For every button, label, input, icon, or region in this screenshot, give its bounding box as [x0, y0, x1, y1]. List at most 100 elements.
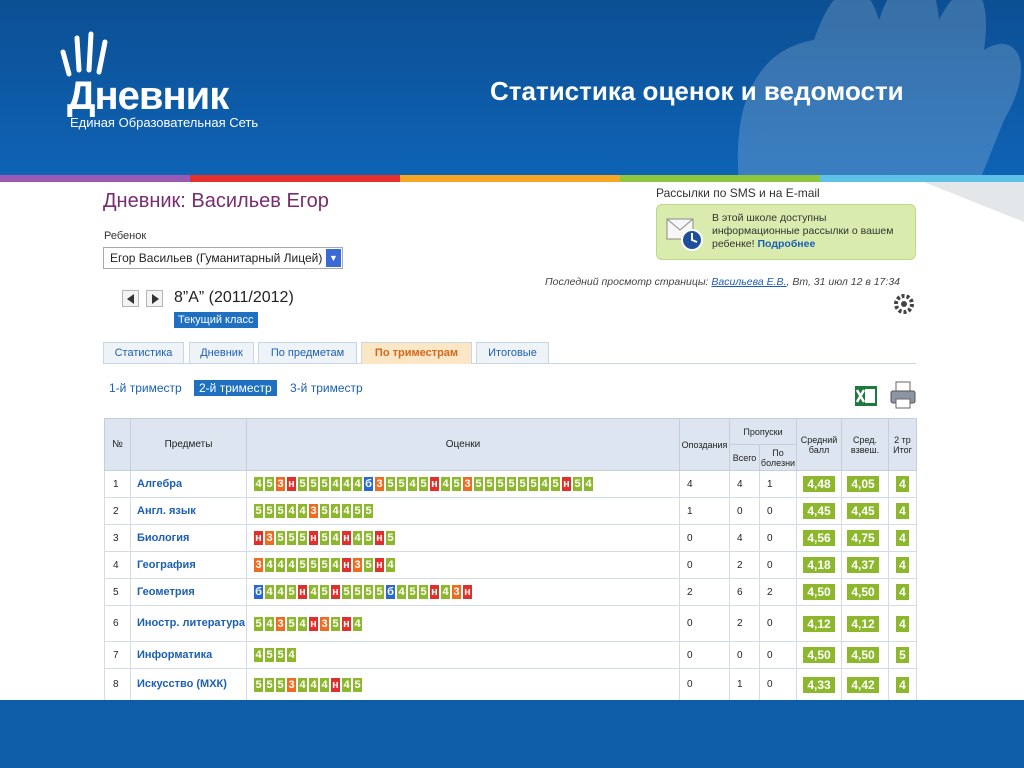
mark-badge[interactable]: 4 [254, 648, 263, 662]
mark-badge[interactable]: н [309, 531, 318, 545]
mark-badge[interactable]: 5 [474, 477, 483, 491]
mark-badge[interactable]: 3 [309, 504, 318, 518]
mark-badge[interactable]: 5 [320, 477, 329, 491]
mark-badge[interactable]: н [375, 531, 384, 545]
mark-badge[interactable]: 5 [507, 477, 516, 491]
mark-badge[interactable]: н [342, 616, 351, 631]
mark-badge[interactable]: 5 [265, 477, 274, 491]
mark-badge[interactable]: 5 [320, 504, 329, 518]
mark-badge[interactable]: 5 [364, 531, 373, 545]
tab-by-subjects[interactable]: По предметам [258, 342, 357, 363]
mark-badge[interactable]: 3 [452, 585, 461, 599]
mark-badge[interactable]: 5 [254, 504, 263, 518]
mark-badge[interactable]: 5 [397, 477, 406, 491]
mark-badge[interactable]: 5 [265, 677, 274, 692]
mark-badge[interactable]: 3 [375, 477, 384, 491]
subject-link[interactable]: Информатика [130, 641, 247, 669]
mark-badge[interactable]: 4 [342, 504, 351, 518]
mark-badge[interactable]: 5 [320, 585, 329, 599]
mark-badge[interactable]: 4 [386, 558, 395, 572]
mark-badge[interactable]: 4 [331, 558, 340, 572]
mark-badge[interactable]: 5 [287, 616, 296, 631]
mark-badge[interactable]: 5 [309, 558, 318, 572]
mark-badge[interactable]: 5 [364, 585, 373, 599]
mark-badge[interactable]: 5 [342, 585, 351, 599]
mark-badge[interactable]: н [375, 558, 384, 572]
mark-badge[interactable]: 4 [287, 648, 296, 662]
mark-badge[interactable]: 4 [408, 477, 417, 491]
mark-badge[interactable]: 5 [353, 504, 362, 518]
mark-badge[interactable]: 4 [441, 585, 450, 599]
last-view-user-link[interactable]: Васильева Е.В. [711, 276, 786, 288]
trimester-2-link[interactable]: 2-й триместр [194, 380, 277, 396]
mark-badge[interactable]: 4 [265, 585, 274, 599]
mark-badge[interactable]: 3 [276, 477, 285, 491]
settings-gear-icon[interactable] [890, 290, 918, 316]
mark-badge[interactable]: 5 [287, 531, 296, 545]
mark-badge[interactable]: 5 [265, 504, 274, 518]
mark-badge[interactable]: 5 [276, 648, 285, 662]
tab-by-trimesters[interactable]: По триместрам [361, 342, 472, 364]
subject-link[interactable]: Англ. язык [130, 497, 247, 525]
excel-export-icon[interactable] [854, 385, 878, 407]
mark-badge[interactable]: 5 [298, 558, 307, 572]
mark-badge[interactable]: 4 [309, 585, 318, 599]
mark-badge[interactable]: 5 [254, 677, 263, 692]
mark-badge[interactable]: 4 [331, 477, 340, 491]
mark-badge[interactable]: 5 [353, 677, 362, 692]
mark-badge[interactable]: 5 [276, 531, 285, 545]
mark-badge[interactable]: 5 [287, 585, 296, 599]
sms-more-link[interactable]: Подробнее [758, 238, 816, 250]
subject-link[interactable]: Геометрия [130, 578, 247, 606]
trimester-3-link[interactable]: 3-й триместр [290, 381, 363, 395]
mark-badge[interactable]: 5 [386, 477, 395, 491]
mark-badge[interactable]: 3 [276, 616, 285, 631]
mark-badge[interactable]: н [298, 585, 307, 599]
mark-badge[interactable]: н [463, 585, 472, 599]
mark-badge[interactable]: 5 [320, 558, 329, 572]
mark-badge[interactable]: 5 [452, 477, 461, 491]
mark-badge[interactable]: 5 [265, 648, 274, 662]
mark-badge[interactable]: 4 [441, 477, 450, 491]
mark-badge[interactable]: 3 [265, 531, 274, 545]
mark-badge[interactable]: н [331, 677, 340, 692]
tab-statistics[interactable]: Статистика [103, 342, 184, 363]
mark-badge[interactable]: 5 [353, 585, 362, 599]
mark-badge[interactable]: н [562, 477, 571, 491]
mark-badge[interactable]: н [430, 477, 439, 491]
mark-badge[interactable]: 4 [298, 677, 307, 692]
mark-badge[interactable]: 3 [320, 616, 329, 631]
mark-badge[interactable]: 5 [408, 585, 417, 599]
mark-badge[interactable]: б [364, 477, 373, 491]
subject-link[interactable]: Иностр. литература [130, 605, 247, 642]
mark-badge[interactable]: 4 [397, 585, 406, 599]
mark-badge[interactable]: 5 [551, 477, 560, 491]
mark-badge[interactable]: н [430, 585, 439, 599]
mark-badge[interactable]: 4 [265, 616, 274, 631]
mark-badge[interactable]: 5 [298, 477, 307, 491]
mark-badge[interactable]: 5 [496, 477, 505, 491]
next-class-button[interactable] [146, 290, 163, 307]
chevron-down-icon[interactable]: ▼ [326, 249, 341, 267]
print-icon[interactable] [889, 380, 917, 410]
mark-badge[interactable]: 4 [331, 531, 340, 545]
mark-badge[interactable]: 4 [287, 558, 296, 572]
mark-badge[interactable]: 3 [287, 677, 296, 692]
mark-badge[interactable]: н [342, 531, 351, 545]
tab-diary[interactable]: Дневник [189, 342, 254, 363]
child-select[interactable]: Егор Васильев (Гуманитарный Лицей) ▼ [103, 247, 343, 269]
mark-badge[interactable]: 5 [419, 477, 428, 491]
mark-badge[interactable]: 5 [419, 585, 428, 599]
subject-link[interactable]: Искусство (МХК) [130, 668, 247, 700]
mark-badge[interactable]: 5 [331, 616, 340, 631]
subject-link[interactable]: Алгебра [130, 470, 247, 498]
mark-badge[interactable]: н [342, 558, 351, 572]
tab-final[interactable]: Итоговые [476, 342, 549, 363]
mark-badge[interactable]: 5 [320, 531, 329, 545]
mark-badge[interactable]: 4 [298, 616, 307, 631]
mark-badge[interactable]: 5 [573, 477, 582, 491]
mark-badge[interactable]: н [309, 616, 318, 631]
mark-badge[interactable]: 5 [375, 585, 384, 599]
mark-badge[interactable]: б [386, 585, 395, 599]
mark-badge[interactable]: 5 [298, 531, 307, 545]
